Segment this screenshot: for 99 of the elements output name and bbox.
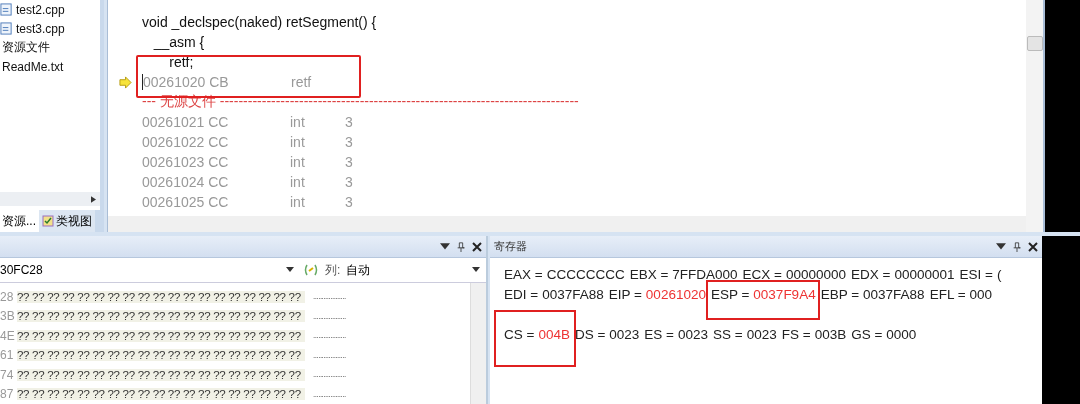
register-value: 0000: [886, 326, 917, 342]
instruction-operand: 3: [345, 134, 353, 150]
register-name: DS =: [574, 326, 606, 342]
memory-ascii: ...................: [313, 311, 346, 321]
dropdown-icon: [286, 267, 294, 273]
address-field[interactable]: 30FC28: [0, 263, 297, 277]
memory-ascii: ...................: [313, 389, 346, 399]
memory-ascii: ...................: [313, 350, 346, 360]
columns-dropdown[interactable]: 自动: [346, 261, 486, 279]
memory-bytes: ?? ?? ?? ?? ?? ?? ?? ?? ?? ?? ?? ?? ?? ?? ?? ?? ?? ?? ??: [17, 329, 305, 342]
file-icon: [0, 3, 13, 16]
memory-address: 87: [0, 387, 15, 402]
memory-address: 61: [0, 348, 15, 363]
memory-bytes: ?? ?? ?? ?? ?? ?? ?? ?? ?? ?? ?? ?? ?? ?? ?? ?? ?? ?? ??: [17, 310, 305, 323]
register-name: EBP =: [820, 286, 860, 302]
dropdown-icon[interactable]: [996, 241, 1006, 252]
register-value: CCCCCCCC: [546, 266, 625, 282]
memory-address: 3B: [0, 309, 16, 324]
register-name: EDI =: [504, 286, 539, 302]
register-name: GS =: [851, 326, 883, 342]
dropdown-icon: [472, 267, 480, 273]
instruction-address: 00261022 CC: [142, 134, 230, 150]
vertical-scrollbar[interactable]: [1026, 0, 1043, 232]
file-icon: [0, 22, 13, 35]
instruction-operand: 3: [345, 114, 353, 130]
register-name: EBX =: [629, 266, 669, 282]
register-name: EFL =: [929, 286, 966, 302]
panel-tab[interactable]: 资源...: [0, 210, 39, 232]
register-name: ECX =: [742, 266, 782, 282]
instruction-address: 00261020 CB: [142, 74, 291, 90]
memory-ascii: ...................: [313, 331, 346, 341]
horizontal-scrollbar[interactable]: [0, 192, 100, 206]
register-value: 000: [969, 286, 993, 302]
register-name: ES =: [644, 326, 674, 342]
instruction-operand: 3: [345, 194, 353, 210]
pin-icon[interactable]: [1012, 241, 1022, 252]
register-name: ESI =: [959, 266, 993, 282]
instruction-address: 00261021 CC: [142, 114, 230, 130]
register-value: 0023: [609, 326, 640, 342]
register-value: 00000001: [894, 266, 955, 282]
close-icon[interactable]: [472, 241, 482, 252]
register-value: 00261020: [645, 286, 706, 302]
instruction-mnemonic: int: [290, 114, 306, 130]
register-value: 0023: [746, 326, 777, 342]
memory-bytes: ?? ?? ?? ?? ?? ?? ?? ?? ?? ?? ?? ?? ?? ?? ?? ?? ?? ?? ??: [17, 368, 305, 381]
current-line-arrow-icon: [119, 75, 132, 89]
register-name: CS =: [504, 326, 535, 342]
memory-address: 74: [0, 367, 15, 382]
register-name: EDX =: [851, 266, 891, 282]
instruction-address: 00261024 CC: [142, 174, 230, 190]
pin-icon[interactable]: [456, 241, 466, 252]
memory-bytes: ?? ?? ?? ?? ?? ?? ?? ?? ?? ?? ?? ?? ?? ?? ?? ?? ?? ?? ??: [17, 349, 305, 362]
register-name: FS =: [781, 326, 811, 342]
memory-ascii: ...................: [313, 292, 346, 302]
register-value: (: [996, 266, 1002, 282]
tree-item[interactable]: test3.cpp: [16, 21, 65, 36]
source-line: retf;: [168, 54, 194, 70]
register-value: 003B: [814, 326, 847, 342]
reevaluate-icon[interactable]: [303, 264, 319, 276]
instruction-mnemonic: int: [290, 134, 306, 150]
instruction-operand: 3: [345, 174, 353, 190]
instruction-mnemonic: retf: [291, 74, 313, 90]
memory-bytes: ?? ?? ?? ?? ?? ?? ?? ?? ?? ?? ?? ?? ?? ?? ?? ?? ?? ?? ??: [17, 388, 305, 401]
dropdown-icon[interactable]: [440, 241, 450, 252]
tree-item[interactable]: ReadMe.txt: [2, 59, 64, 74]
instruction-mnemonic: int: [290, 174, 306, 190]
register-value: 0023: [678, 326, 709, 342]
scroll-right-icon[interactable]: [91, 195, 96, 203]
memory-address: 4E: [0, 328, 16, 343]
register-value: 004B: [538, 326, 570, 342]
horizontal-scrollbar[interactable]: [108, 216, 1026, 232]
instruction-mnemonic: int: [290, 194, 306, 210]
register-name: ESP =: [710, 286, 750, 302]
register-name: EIP =: [608, 286, 642, 302]
memory-ascii: ...................: [313, 370, 346, 380]
instruction-mnemonic: int: [290, 154, 306, 170]
instruction-operand: 3: [345, 154, 353, 170]
memory-address: 28: [0, 289, 15, 304]
register-value: 7FFDA000: [672, 266, 738, 282]
memory-bytes: ?? ?? ?? ?? ?? ?? ?? ?? ?? ?? ?? ?? ?? ?? ?? ?? ?? ?? ??: [17, 290, 305, 303]
source-line: __asm {: [152, 34, 205, 50]
panel-tab[interactable]: 类视图: [39, 210, 95, 232]
register-value: 0037FA88: [863, 286, 925, 302]
panel-title: 寄存器: [494, 239, 527, 254]
source-line: void _declspec(naked) retSegment() {: [142, 14, 377, 30]
register-value: 0037FA88: [542, 286, 604, 302]
register-name: EAX =: [504, 266, 543, 282]
tree-item[interactable]: test2.cpp: [16, 2, 65, 17]
tree-item[interactable]: 资源文件: [2, 39, 50, 56]
close-icon[interactable]: [1028, 241, 1038, 252]
columns-label: 列:: [325, 261, 341, 279]
register-value: 0037F9A4: [753, 286, 816, 302]
register-value: 00000000: [786, 266, 847, 282]
instruction-address: 00261025 CC: [142, 194, 230, 210]
register-name: SS =: [713, 326, 743, 342]
vertical-scrollbar[interactable]: [470, 283, 486, 404]
instruction-address: 00261023 CC: [142, 154, 230, 170]
scroll-thumb[interactable]: [1027, 36, 1043, 51]
class-view-icon: [42, 215, 54, 227]
